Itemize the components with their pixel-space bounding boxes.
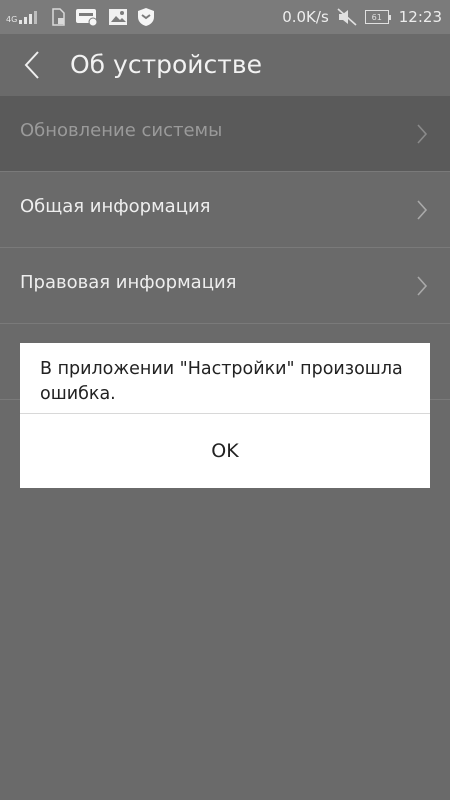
signal-label: 4G [6, 15, 18, 24]
status-right-group: 0.0K/s 61 12:23 [282, 6, 442, 28]
chevron-right-icon [417, 276, 428, 296]
status-time: 12:23 [398, 8, 442, 26]
battery-icon: 61 [364, 10, 391, 24]
ok-button[interactable]: OK [20, 414, 430, 488]
list-item-general-info[interactable]: Общая информация [0, 172, 450, 248]
sim-lock-icon [52, 8, 66, 26]
list-item-label: Правовая информация [20, 272, 237, 293]
page-title: Об устройстве [70, 50, 262, 79]
app-bar: Об устройстве [0, 34, 450, 96]
back-button[interactable] [14, 47, 50, 83]
list-item-label: Обновление системы [20, 120, 223, 141]
status-left-group: 4G [6, 6, 155, 28]
chevron-right-icon [417, 124, 428, 144]
shield-icon [138, 8, 155, 26]
chevron-right-icon [417, 200, 428, 220]
back-arrow-icon [24, 51, 39, 79]
dialog-message: В приложении "Настройки" произошла ошибк… [40, 359, 403, 404]
battery-level: 61 [371, 12, 382, 22]
mute-icon [337, 8, 357, 26]
error-dialog: В приложении "Настройки" произошла ошибк… [20, 343, 430, 488]
list-item-legal-info[interactable]: Правовая информация [0, 248, 450, 324]
list-item-label: Общая информация [20, 196, 211, 217]
notification-app-icon [76, 9, 98, 27]
image-notification-icon [109, 9, 128, 25]
status-bar: 4G 0.0K/s 61 12:23 [0, 0, 450, 34]
list-item-system-update[interactable]: Обновление системы [0, 96, 450, 172]
network-speed: 0.0K/s [282, 8, 329, 26]
signal-icon: 4G [6, 10, 41, 24]
